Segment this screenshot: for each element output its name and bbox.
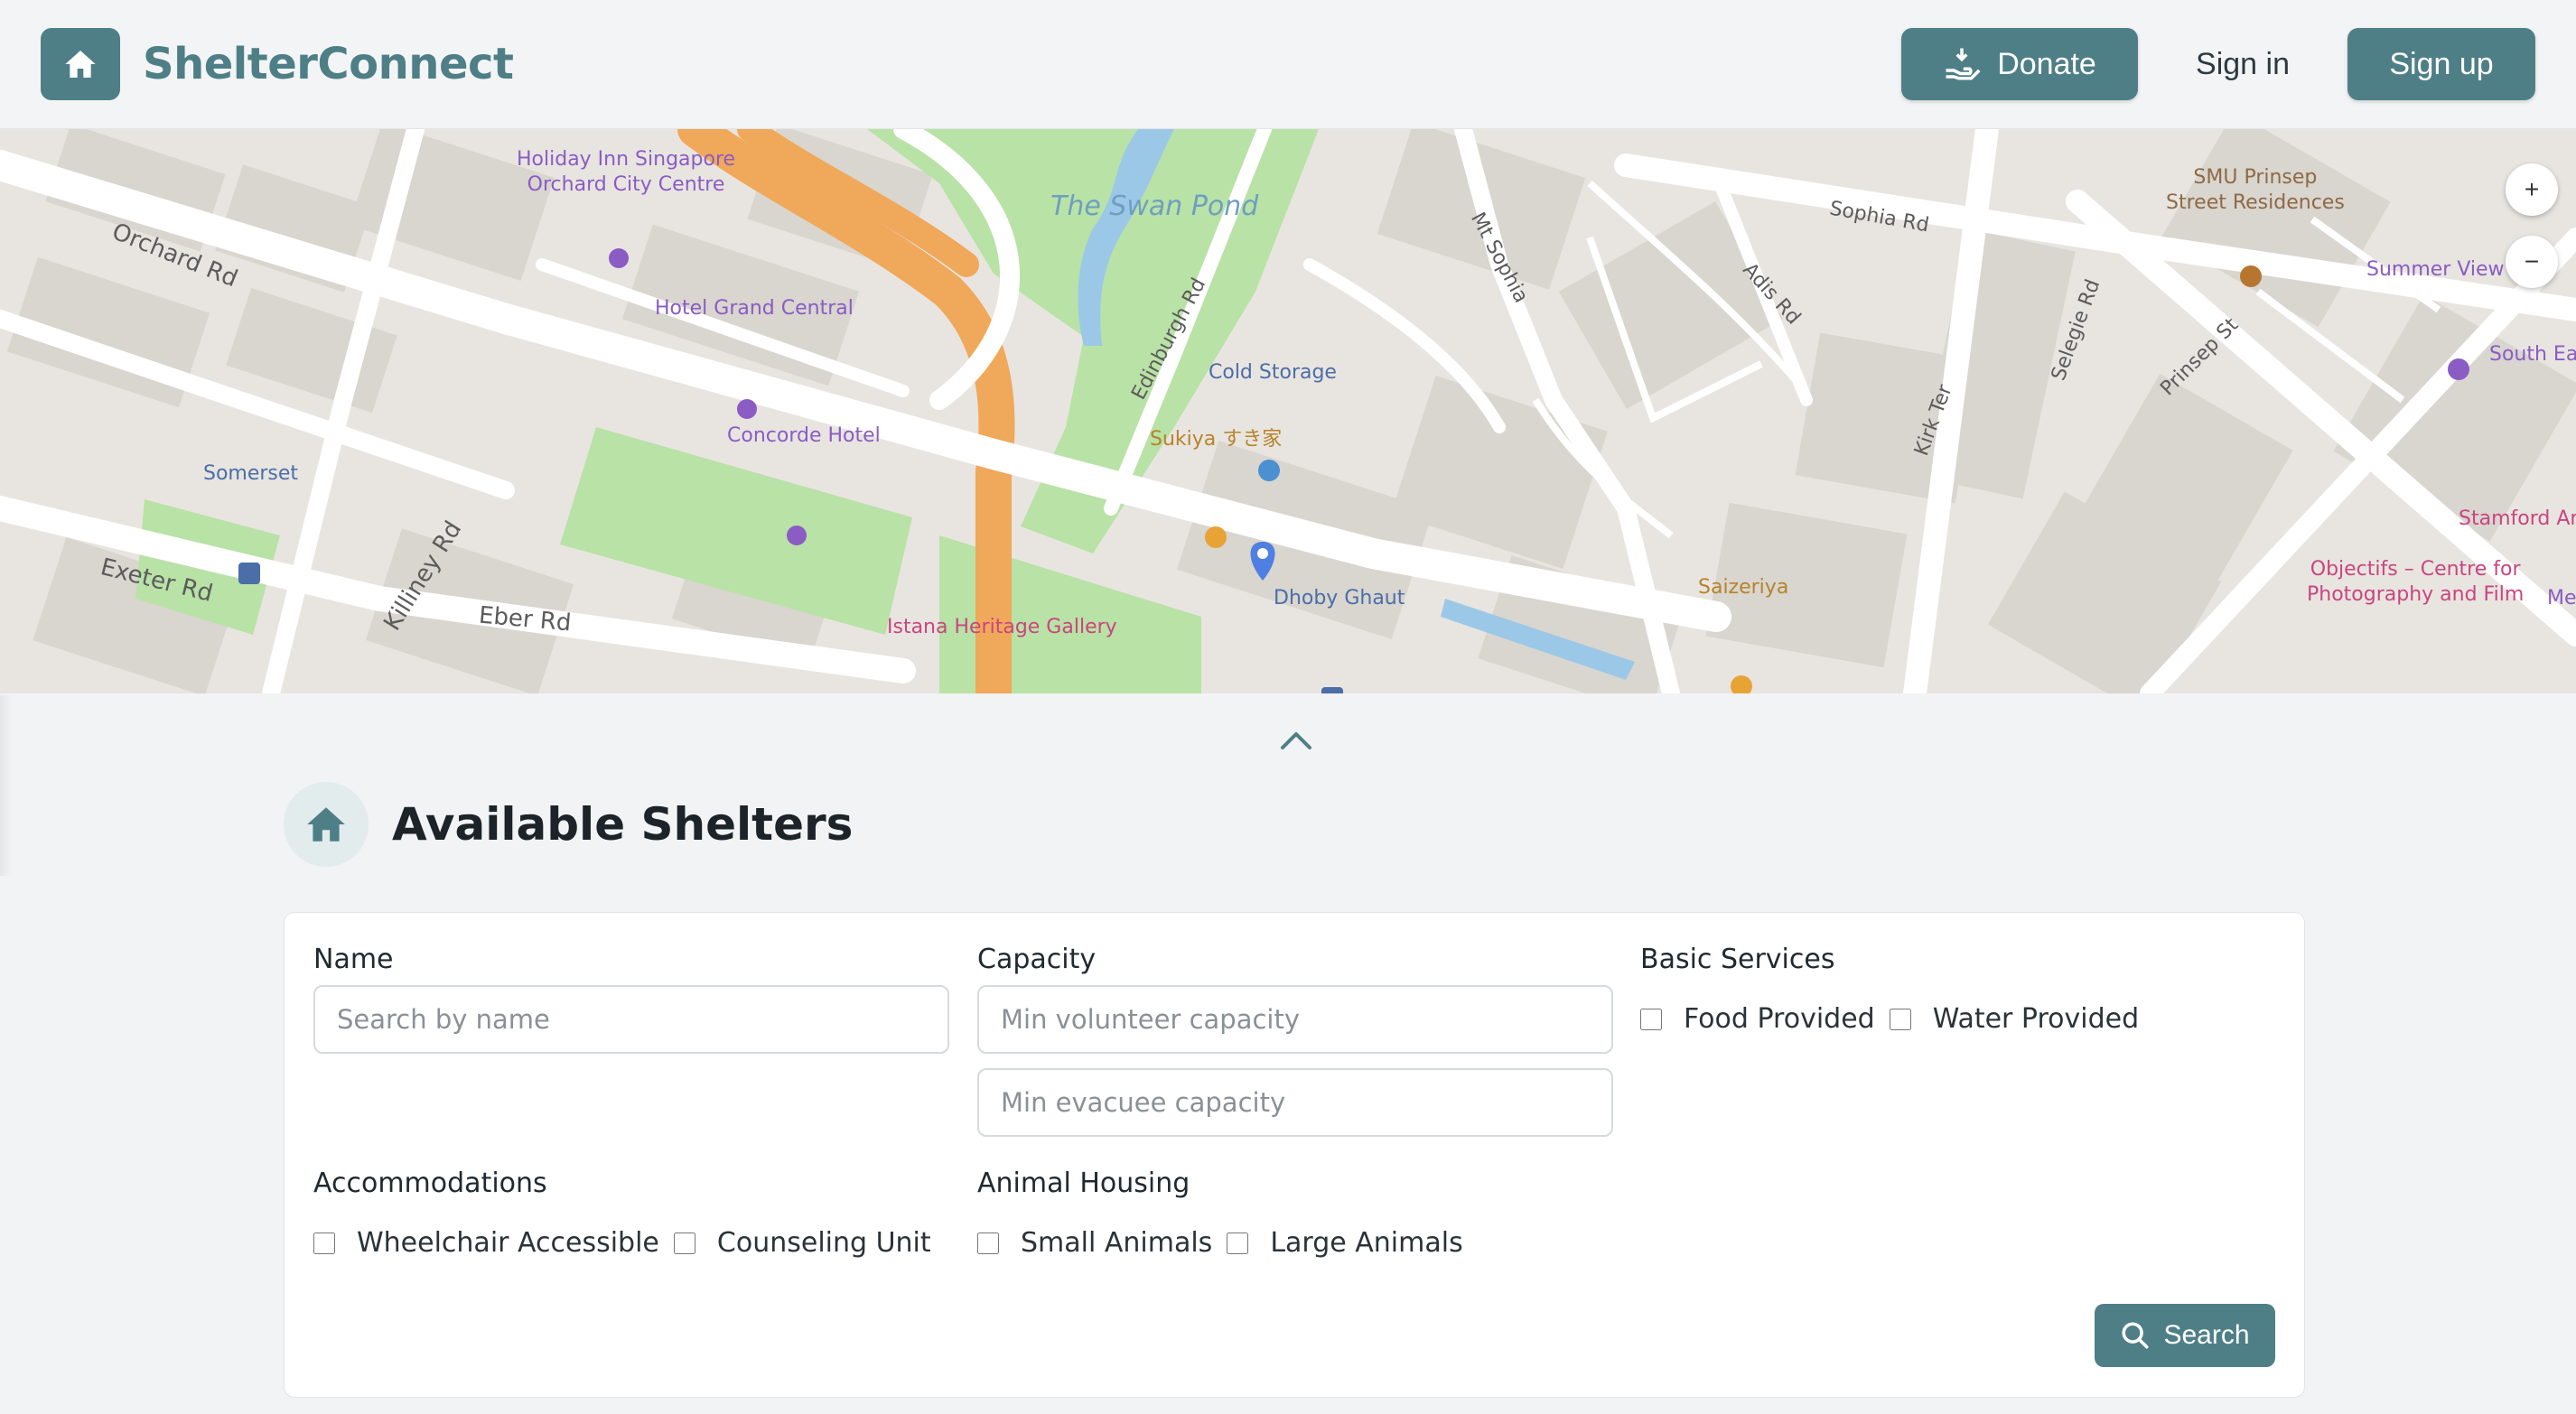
animal-housing-options: Small Animals Large Animals: [977, 1227, 1478, 1259]
donate-hand-icon: [1946, 48, 1981, 80]
poi-label[interactable]: Objectifs – Centre for Photography and F…: [2307, 557, 2524, 608]
chevron-up-icon: [1281, 732, 1311, 749]
accommodations-options: Wheelchair Accessible Counseling Unit: [313, 1227, 946, 1259]
donate-button[interactable]: Donate: [1901, 28, 2139, 100]
counseling-option[interactable]: Counseling Unit: [673, 1227, 931, 1259]
food-provided-checkbox[interactable]: [1640, 1008, 1662, 1030]
basic-services-label: Basic Services: [1640, 944, 1835, 975]
wheelchair-checkbox[interactable]: [313, 1232, 335, 1254]
poi-label[interactable]: Holiday Inn Singapore Orchard City Centr…: [517, 147, 735, 198]
food-provided-option[interactable]: Food Provided: [1640, 1003, 1875, 1035]
poi-label[interactable]: Concorde Hotel: [727, 423, 881, 449]
search-icon: [2122, 1322, 2149, 1349]
animal-housing-label: Animal Housing: [977, 1167, 1190, 1199]
shelter-map[interactable]: Orchard Rd Exeter Rd Killiney Rd Eber Rd…: [0, 129, 2576, 693]
zoom-in-button[interactable]: +: [2506, 163, 2558, 216]
counseling-checkbox[interactable]: [673, 1232, 695, 1254]
evacuee-capacity-input[interactable]: [977, 1068, 1613, 1137]
home-icon: [65, 51, 96, 78]
food-provided-label: Food Provided: [1684, 1003, 1875, 1035]
water-provided-label: Water Provided: [1932, 1003, 2140, 1035]
poi-label[interactable]: Sukiya すき家: [1150, 427, 1282, 452]
water-label: The Swan Pond: [1050, 191, 1259, 222]
home-icon: [307, 807, 345, 842]
name-search-input[interactable]: [313, 985, 949, 1054]
poi-label[interactable]: Somerset: [203, 461, 298, 487]
poi-label[interactable]: Stamford Ar: [2459, 507, 2576, 532]
poi-label[interactable]: Dhoby Ghaut: [1274, 586, 1405, 611]
water-provided-checkbox[interactable]: [1889, 1008, 1911, 1030]
poi-label[interactable]: Istana Heritage Gallery: [887, 615, 1117, 640]
search-button[interactable]: Search: [2095, 1304, 2275, 1367]
small-animals-checkbox[interactable]: [977, 1232, 999, 1254]
sign-up-button[interactable]: Sign up: [2347, 28, 2535, 100]
top-navbar: ShelterConnect Donate Sign in Sign up: [0, 0, 2576, 129]
poi-label[interactable]: Summer View I: [2366, 257, 2516, 283]
wheelchair-label: Wheelchair Accessible: [357, 1227, 659, 1259]
poi-label[interactable]: Saizeriya: [1698, 575, 1788, 600]
large-animals-option[interactable]: Large Animals: [1227, 1227, 1463, 1259]
poi-label[interactable]: Me: [2547, 586, 2576, 611]
search-label: Search: [2163, 1320, 2250, 1350]
poi-label[interactable]: Cold Storage: [1209, 360, 1337, 386]
counseling-label: Counseling Unit: [716, 1227, 931, 1259]
zoom-out-button[interactable]: −: [2506, 236, 2558, 288]
side-panel-shadow: [0, 695, 13, 876]
poi-label[interactable]: South Eas: [2489, 342, 2576, 367]
page-title: Available Shelters: [392, 798, 854, 851]
collapse-map-button[interactable]: [1274, 722, 1319, 758]
small-animals-label: Small Animals: [1021, 1227, 1213, 1259]
wheelchair-option[interactable]: Wheelchair Accessible: [313, 1227, 659, 1259]
brand-name[interactable]: ShelterConnect: [143, 39, 514, 89]
basic-services-options: Food Provided Water Provided: [1640, 1003, 2153, 1035]
sign-in-button[interactable]: Sign in: [2196, 47, 2290, 82]
volunteer-capacity-input[interactable]: [977, 985, 1613, 1054]
accommodations-label: Accommodations: [313, 1167, 547, 1199]
poi-label[interactable]: Hotel Grand Central: [655, 296, 854, 321]
name-label: Name: [313, 944, 394, 975]
home-logo-button[interactable]: [41, 28, 120, 100]
small-animals-option[interactable]: Small Animals: [977, 1227, 1212, 1259]
capacity-label: Capacity: [977, 944, 1097, 975]
donate-label: Donate: [1997, 46, 2096, 81]
shelter-title-icon-wrapper: [284, 782, 369, 867]
large-animals-checkbox[interactable]: [1227, 1232, 1249, 1254]
water-provided-option[interactable]: Water Provided: [1889, 1003, 2140, 1035]
shelter-filter-form: Name Capacity Basic Services Food Provid…: [284, 912, 2305, 1398]
poi-label[interactable]: SMU Prinsep Street Residences: [2166, 165, 2345, 216]
section-header: Available Shelters: [284, 782, 853, 867]
large-animals-label: Large Animals: [1270, 1227, 1463, 1259]
